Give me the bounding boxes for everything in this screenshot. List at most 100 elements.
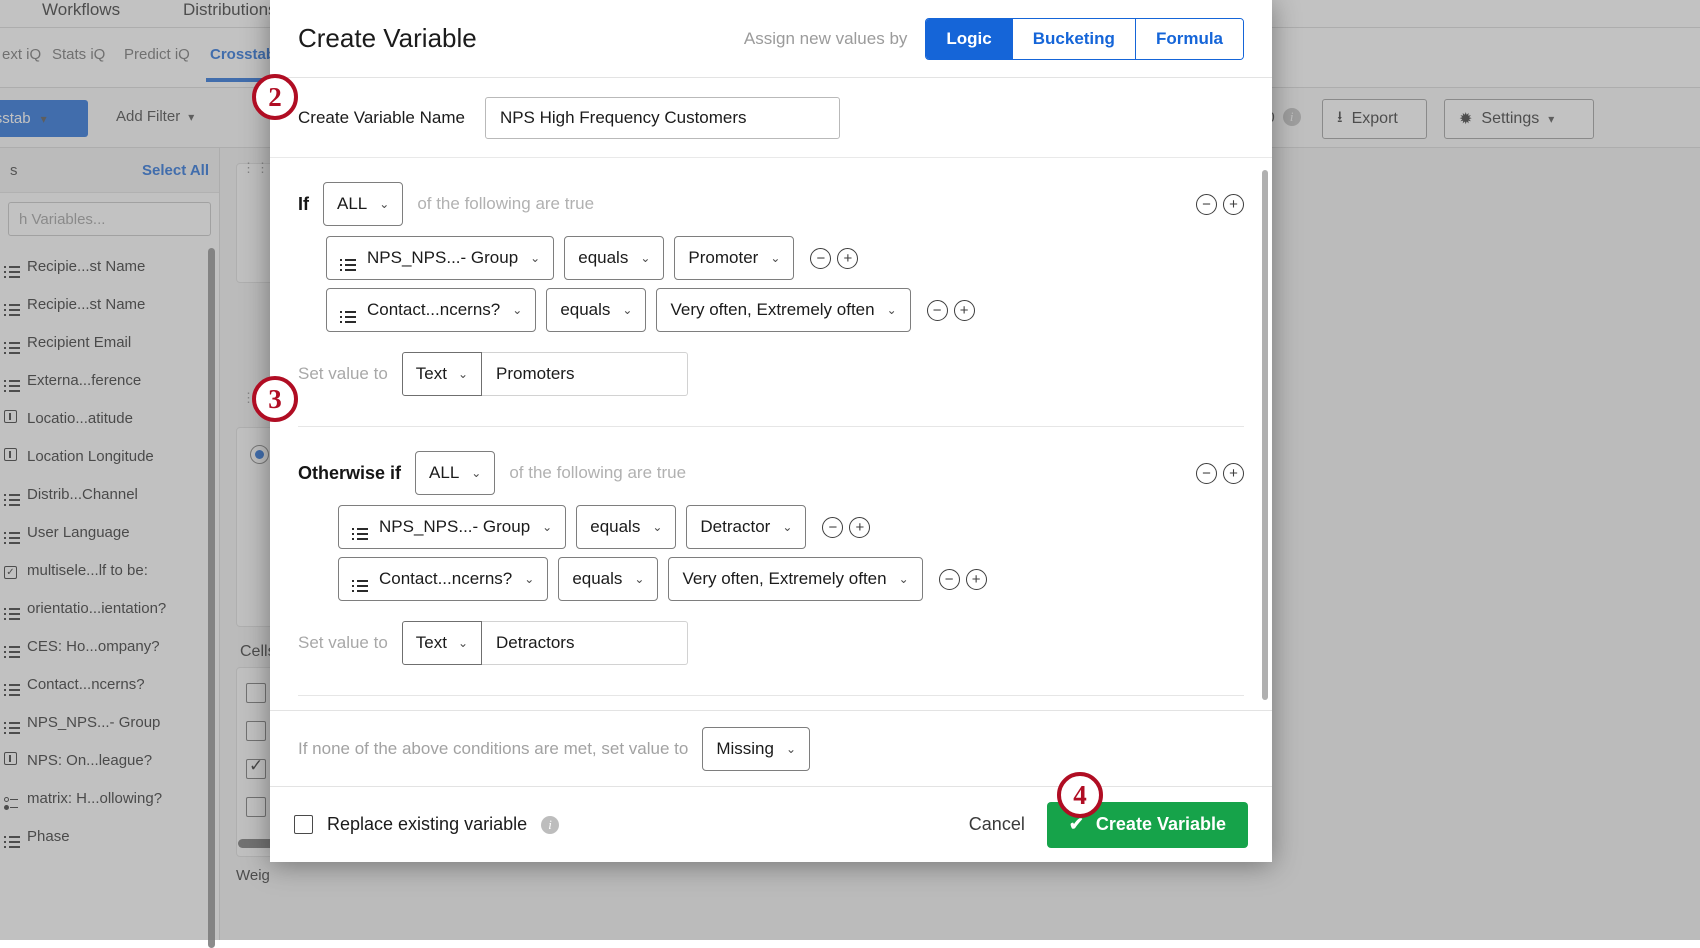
- condition-operator-select[interactable]: equals⌄: [564, 236, 664, 280]
- remove-condition-set-icon[interactable]: −: [1196, 194, 1217, 215]
- remove-condition-icon[interactable]: −: [822, 517, 843, 538]
- condition-value-select[interactable]: Very often, Extremely often⌄: [656, 288, 910, 332]
- select-all-link[interactable]: Select All: [142, 162, 209, 179]
- add-condition-icon[interactable]: +: [849, 517, 870, 538]
- remove-condition-set-icon[interactable]: −: [1196, 463, 1217, 484]
- condition-operator-select[interactable]: equals⌄: [558, 557, 658, 601]
- condition-match-select[interactable]: ALL⌄: [415, 451, 495, 495]
- tab-predict-iq[interactable]: Predict iQ: [124, 46, 190, 63]
- add-condition-icon[interactable]: +: [966, 569, 987, 590]
- list-icon: [340, 298, 355, 323]
- crosstab-button-label: rosstab: [0, 110, 31, 127]
- set-value-type-select[interactable]: Text⌄: [402, 621, 482, 665]
- info-icon[interactable]: i: [541, 816, 559, 834]
- set-value-input[interactable]: Detractors: [482, 621, 688, 665]
- download-icon: ⭳: [1337, 106, 1343, 133]
- variable-list-item[interactable]: Recipie...st Name: [0, 285, 219, 323]
- variable-list-item[interactable]: orientatio...ientation?: [0, 589, 219, 627]
- tab-crosstab[interactable]: Crosstab: [210, 46, 275, 63]
- set-value-input[interactable]: Promoters: [482, 352, 688, 396]
- default-value-select[interactable]: Missing ⌄: [702, 727, 810, 771]
- list-icon: [4, 673, 19, 696]
- variable-list-item[interactable]: CES: Ho...ompany?: [0, 627, 219, 665]
- builder-radio[interactable]: [250, 445, 269, 464]
- condition-set-controls: −+: [1196, 463, 1244, 484]
- variable-list-item[interactable]: ✓multisele...lf to be:: [0, 551, 219, 589]
- chevron-down-icon: ⌄: [530, 251, 540, 265]
- list-icon: [4, 825, 19, 848]
- drag-handle-icon[interactable]: ⋮⋮⋮: [242, 165, 258, 179]
- variables-scrollbar[interactable]: [208, 248, 215, 948]
- add-condition-icon[interactable]: +: [837, 248, 858, 269]
- settings-button[interactable]: ✹ Settings ▾: [1444, 99, 1594, 139]
- condition-field-select[interactable]: Contact...ncerns?⌄: [326, 288, 536, 332]
- chevron-down-icon: ⌄: [458, 636, 468, 650]
- variable-list-item[interactable]: Contact...ncerns?: [0, 665, 219, 703]
- condition-operator-select[interactable]: equals⌄: [546, 288, 646, 332]
- variable-list-item[interactable]: Locatio...atitude: [0, 399, 219, 437]
- variable-list-item[interactable]: NPS_NPS...- Group: [0, 703, 219, 741]
- list-icon: [4, 331, 19, 354]
- add-filter-button[interactable]: Add Filter ▾: [116, 108, 194, 125]
- variable-list-item[interactable]: matrix: H...ollowing?: [0, 779, 219, 817]
- tab-text-iq[interactable]: ext iQ: [2, 46, 41, 63]
- add-condition-set-icon[interactable]: +: [1223, 194, 1244, 215]
- condition-value-select[interactable]: Promoter⌄: [674, 236, 794, 280]
- condition-operator-select[interactable]: equals⌄: [576, 505, 676, 549]
- cell-checkbox[interactable]: [246, 759, 266, 779]
- assign-mode-bucketing[interactable]: Bucketing: [1013, 19, 1136, 59]
- cell-checkbox[interactable]: [246, 797, 266, 817]
- number-icon: [4, 410, 19, 427]
- assign-mode-logic[interactable]: Logic: [926, 19, 1012, 59]
- crosstab-button[interactable]: rosstab ▾: [0, 100, 88, 137]
- callout-step-4: 4: [1057, 772, 1103, 818]
- variable-list-item[interactable]: NPS: On...league?: [0, 741, 219, 779]
- remove-condition-icon[interactable]: −: [927, 300, 948, 321]
- variable-list-item-label: CES: Ho...ompany?: [27, 638, 160, 655]
- chevron-down-icon: ▾: [1548, 112, 1554, 126]
- add-condition-icon[interactable]: +: [954, 300, 975, 321]
- condition-value-select[interactable]: Detractor⌄: [686, 505, 806, 549]
- chevron-down-icon: ⌄: [622, 303, 632, 317]
- remove-condition-icon[interactable]: −: [939, 569, 960, 590]
- variable-list-item[interactable]: Phase: [0, 817, 219, 855]
- condition-match-select[interactable]: ALL⌄: [323, 182, 403, 226]
- cell-checkbox[interactable]: [246, 683, 266, 703]
- set-value-row: Set value toText⌄Detractors: [298, 621, 1244, 665]
- chevron-down-icon: ⌄: [634, 572, 644, 586]
- tab-stats-iq[interactable]: Stats iQ: [52, 46, 105, 63]
- variable-name-input[interactable]: NPS High Frequency Customers: [485, 97, 840, 139]
- variable-list-item[interactable]: Location Longitude: [0, 437, 219, 475]
- add-condition-set-icon[interactable]: +: [1223, 463, 1244, 484]
- condition-value-select[interactable]: Very often, Extremely often⌄: [668, 557, 922, 601]
- condition-keyword: If: [298, 194, 309, 215]
- condition-row-controls: −+: [927, 300, 975, 321]
- variable-list-item[interactable]: Recipient Email: [0, 323, 219, 361]
- condition-field-select[interactable]: NPS_NPS...- Group⌄: [326, 236, 554, 280]
- cancel-button[interactable]: Cancel: [969, 814, 1025, 835]
- variable-list-item[interactable]: Distrib...Channel: [0, 475, 219, 513]
- variable-list-item[interactable]: User Language: [0, 513, 219, 551]
- remove-condition-icon[interactable]: −: [810, 248, 831, 269]
- nav-item-distributions[interactable]: Distributions: [183, 0, 277, 20]
- variable-list-item-label: Distrib...Channel: [27, 486, 138, 503]
- variable-list-item[interactable]: Recipie...st Name: [0, 247, 219, 285]
- export-button[interactable]: ⭳ Export: [1322, 99, 1427, 139]
- variable-list-item-label: Recipie...st Name: [27, 258, 145, 275]
- condition-field-select[interactable]: Contact...ncerns?⌄: [338, 557, 548, 601]
- nav-item-workflows[interactable]: Workflows: [42, 0, 120, 20]
- replace-existing-variable-checkbox[interactable]: [294, 815, 313, 834]
- variables-search-placeholder: h Variables...: [19, 211, 105, 228]
- cell-checkbox[interactable]: [246, 721, 266, 741]
- set-value-type-select[interactable]: Text⌄: [402, 352, 482, 396]
- variables-search-input[interactable]: h Variables...: [8, 202, 211, 236]
- chevron-down-icon: ⌄: [524, 572, 534, 586]
- chevron-down-icon: ⌄: [782, 520, 792, 534]
- condition-row: NPS_NPS...- Group⌄equals⌄Detractor⌄−+: [338, 505, 1244, 549]
- variable-list-item[interactable]: Externa...ference: [0, 361, 219, 399]
- info-icon[interactable]: i: [1283, 108, 1301, 126]
- assign-mode-formula[interactable]: Formula: [1136, 19, 1243, 59]
- default-value-row: If none of the above conditions are met,…: [270, 710, 1272, 786]
- condition-field-select[interactable]: NPS_NPS...- Group⌄: [338, 505, 566, 549]
- modal-scrollbar[interactable]: [1262, 170, 1268, 700]
